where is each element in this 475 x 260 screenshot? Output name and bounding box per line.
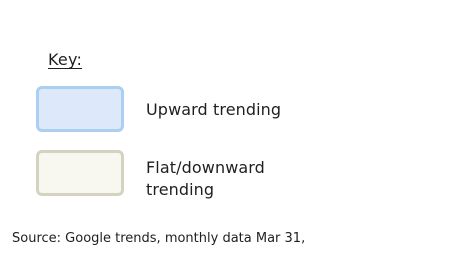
source-note: Source: Google trends, monthly data Mar … bbox=[12, 231, 306, 246]
flat-downward-trending-label: Flat/downward trending bbox=[146, 158, 265, 199]
flat-downward-trending-swatch bbox=[36, 150, 124, 196]
upward-trending-swatch bbox=[36, 86, 124, 132]
upward-trending-label: Upward trending bbox=[146, 100, 282, 119]
key-title: Key: bbox=[48, 50, 83, 69]
